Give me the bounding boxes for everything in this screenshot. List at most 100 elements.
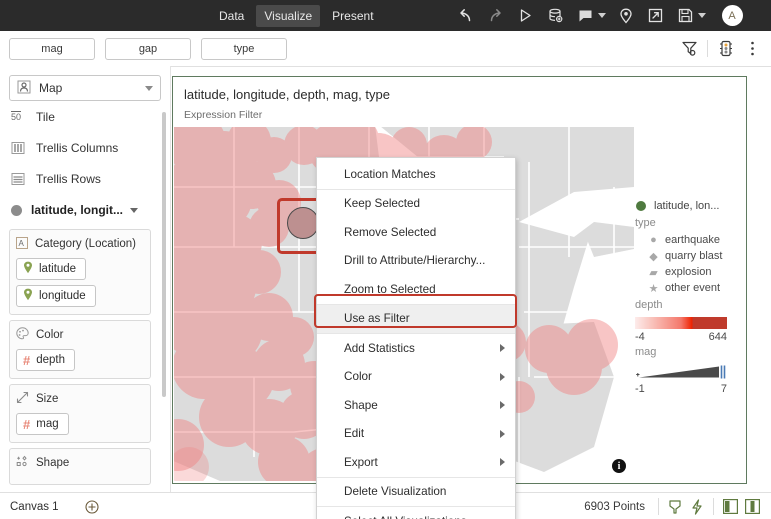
sidebar-item-label: Tile [36,109,55,124]
more-options-icon[interactable] [739,36,765,62]
menu-item-color[interactable]: Color [317,363,515,392]
play-icon[interactable] [516,6,536,26]
field-pill-mag[interactable]: # mag [16,413,69,435]
divider [707,40,708,57]
application-window: Data Visualize Present A mag gap type Ma… [0,0,771,519]
filter-panel-icon[interactable] [664,496,686,518]
menu-item-label: Add Statistics [344,341,415,355]
add-canvas-icon[interactable] [85,499,99,514]
map-info-badge[interactable]: i [612,459,626,473]
chevron-down-icon[interactable] [697,13,706,18]
layer-header[interactable]: latitude, longit... [0,196,170,224]
menu-item-location-matches[interactable]: Location Matches [317,160,515,190]
menu-item-remove-selected[interactable]: Remove Selected [317,218,515,247]
nav-item-data[interactable]: Data [211,5,252,27]
menu-item-export[interactable]: Export [317,448,515,478]
shelf-shape: Shape [9,448,151,485]
shelf-title-row: A Category (Location) [16,235,144,253]
menu-item-drill-to-attribute[interactable]: Drill to Attribute/Hierarchy... [317,247,515,276]
left-sidebar: Map 50 Tile Trellis Columns Trellis Rows… [0,66,171,492]
menu-item-label: Edit [344,427,365,441]
chevron-down-icon[interactable] [130,207,138,213]
menu-item-delete-visualization[interactable]: Delete Visualization [317,478,515,507]
menu-item-shape[interactable]: Shape [317,391,515,420]
top-toolbar-icons: A [456,5,743,26]
depth-color-gradient[interactable] [635,317,727,329]
filter-chip-type[interactable]: type [201,37,287,60]
expression-filter-label[interactable]: Expression Filter [184,109,262,121]
star-glyph-icon: ★ [648,282,659,295]
legend-item-quarry-blast[interactable]: ◆ quarry blast [635,248,743,264]
filter-bar-actions [676,36,771,62]
top-toolbar: Data Visualize Present A [0,0,771,31]
menu-item-label: Location Matches [344,167,436,181]
divider [658,498,659,515]
menu-item-add-statistics[interactable]: Add Statistics [317,334,515,363]
redo-icon[interactable] [486,6,506,26]
legend-layer-row[interactable]: latitude, lon... [635,197,743,214]
mag-range: -1 7 [635,383,727,395]
field-pill-longitude[interactable]: longitude [16,285,96,307]
submenu-arrow-icon [500,458,505,467]
sidebar-scrollbar[interactable] [162,112,166,397]
filter-chip-gap[interactable]: gap [105,37,191,60]
filter-icon[interactable] [676,36,702,62]
right-panel-toggle-icon[interactable] [741,496,763,518]
save-icon[interactable] [676,6,696,26]
sidebar-item-tile[interactable]: 50 Tile [0,101,170,132]
sidebar-item-label: Trellis Columns [36,140,119,155]
depth-max-label: 644 [708,331,727,343]
trellis-columns-icon [11,141,28,155]
menu-item-label: Use as Filter [344,312,410,326]
save-menu[interactable] [676,6,706,26]
comments-icon[interactable] [576,6,596,26]
menu-item-keep-selected[interactable]: Keep Selected [317,190,515,219]
sidebar-item-label: Trellis Rows [36,171,101,186]
visualization-type-select[interactable]: Map [9,75,161,101]
data-canvas-icon[interactable] [546,6,566,26]
shelf-size: Size # mag [9,384,151,443]
field-pill-depth[interactable]: # depth [16,349,76,371]
comments-menu[interactable] [576,6,606,26]
menu-item-zoom-to-selected[interactable]: Zoom to Selected [317,275,515,305]
menu-item-edit[interactable]: Edit [317,420,515,449]
menu-item-use-as-filter[interactable]: Use as Filter [317,304,515,334]
shelf-title: Category (Location) [35,238,136,250]
avatar[interactable]: A [721,5,743,26]
points-count-label: 6903 Points [584,500,645,513]
color-palette-icon [16,327,29,343]
field-pill-label: longitude [39,290,86,302]
field-pill-label: mag [36,418,59,430]
menu-item-label: Delete Visualization [344,485,447,499]
legend-panel: latitude, lon... type ● earthquake ◆ qua… [635,197,743,395]
field-pill-latitude[interactable]: latitude [16,258,87,280]
attribute-icon: A [16,236,28,252]
chevron-down-icon[interactable] [597,13,606,18]
chevron-down-icon[interactable] [145,85,153,91]
legend-item-explosion[interactable]: ▰ explosion [635,264,743,280]
performance-icon[interactable] [686,496,708,518]
sidebar-item-trellis-columns[interactable]: Trellis Columns [0,132,170,163]
canvas-tab-label[interactable]: Canvas 1 [10,501,59,513]
data-limit-icon[interactable] [713,36,739,62]
menu-item-label: Export [344,455,378,469]
mag-size-slider[interactable] [635,364,727,381]
sidebar-item-trellis-rows[interactable]: Trellis Rows [0,163,170,194]
legend-item-other-event[interactable]: ★ other event [635,280,743,296]
nav-item-visualize[interactable]: Visualize [256,4,321,27]
layer-header-label: latitude, longit... [31,203,123,217]
filter-chip-mag[interactable]: mag [9,37,95,60]
menu-item-select-all-visualizations[interactable]: Select All Visualizations [317,507,515,519]
legend-item-label: other event [665,282,721,294]
shelf-color: Color # depth [9,320,151,379]
menu-item-label: Select All Visualizations [344,515,467,519]
selected-data-point[interactable] [287,207,319,239]
undo-icon[interactable] [456,6,476,26]
field-pill-label: latitude [39,263,77,275]
nav-item-present[interactable]: Present [324,5,381,27]
left-panel-toggle-icon[interactable] [719,496,741,518]
export-icon[interactable] [646,6,666,26]
legend-item-earthquake[interactable]: ● earthquake [635,232,743,248]
bookmark-icon[interactable] [616,6,636,26]
legend-item-label: explosion [665,266,712,278]
